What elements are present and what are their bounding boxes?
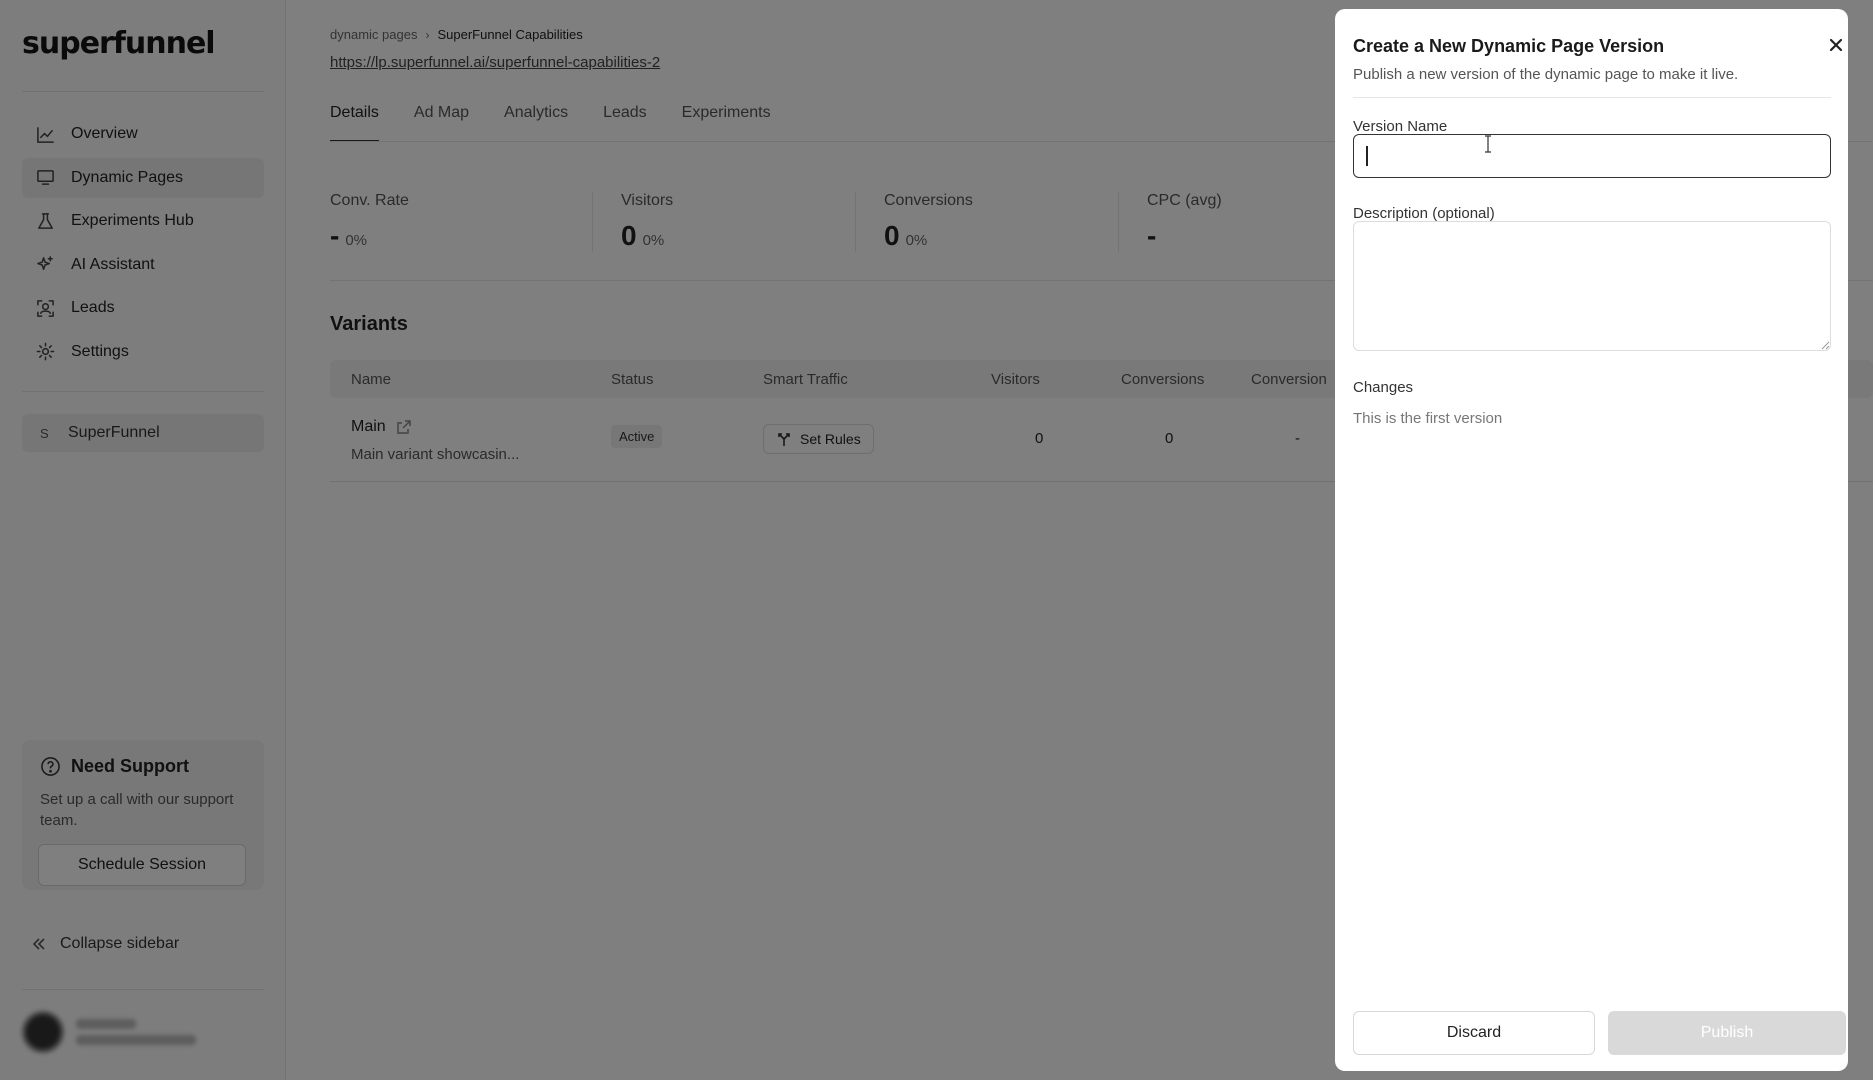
resize-grip-icon[interactable] xyxy=(1820,340,1830,350)
text-caret xyxy=(1366,146,1368,166)
discard-button[interactable]: Discard xyxy=(1353,1011,1595,1055)
close-button[interactable] xyxy=(1827,36,1845,54)
version-name-input[interactable] xyxy=(1353,134,1831,178)
drawer-divider xyxy=(1353,97,1831,98)
close-icon xyxy=(1829,38,1843,52)
new-version-drawer: Create a New Dynamic Page Version Publis… xyxy=(1335,9,1848,1071)
description-label: Description (optional) xyxy=(1353,205,1495,222)
changes-label: Changes xyxy=(1353,379,1414,396)
publish-button[interactable]: Publish xyxy=(1608,1011,1846,1055)
description-textarea[interactable] xyxy=(1353,221,1831,351)
drawer-subtitle: Publish a new version of the dynamic pag… xyxy=(1353,66,1739,83)
ibeam-cursor-icon xyxy=(1485,135,1491,153)
drawer-title: Create a New Dynamic Page Version xyxy=(1353,36,1665,56)
version-name-label: Version Name xyxy=(1353,118,1448,135)
changes-text: This is the first version xyxy=(1353,410,1503,427)
